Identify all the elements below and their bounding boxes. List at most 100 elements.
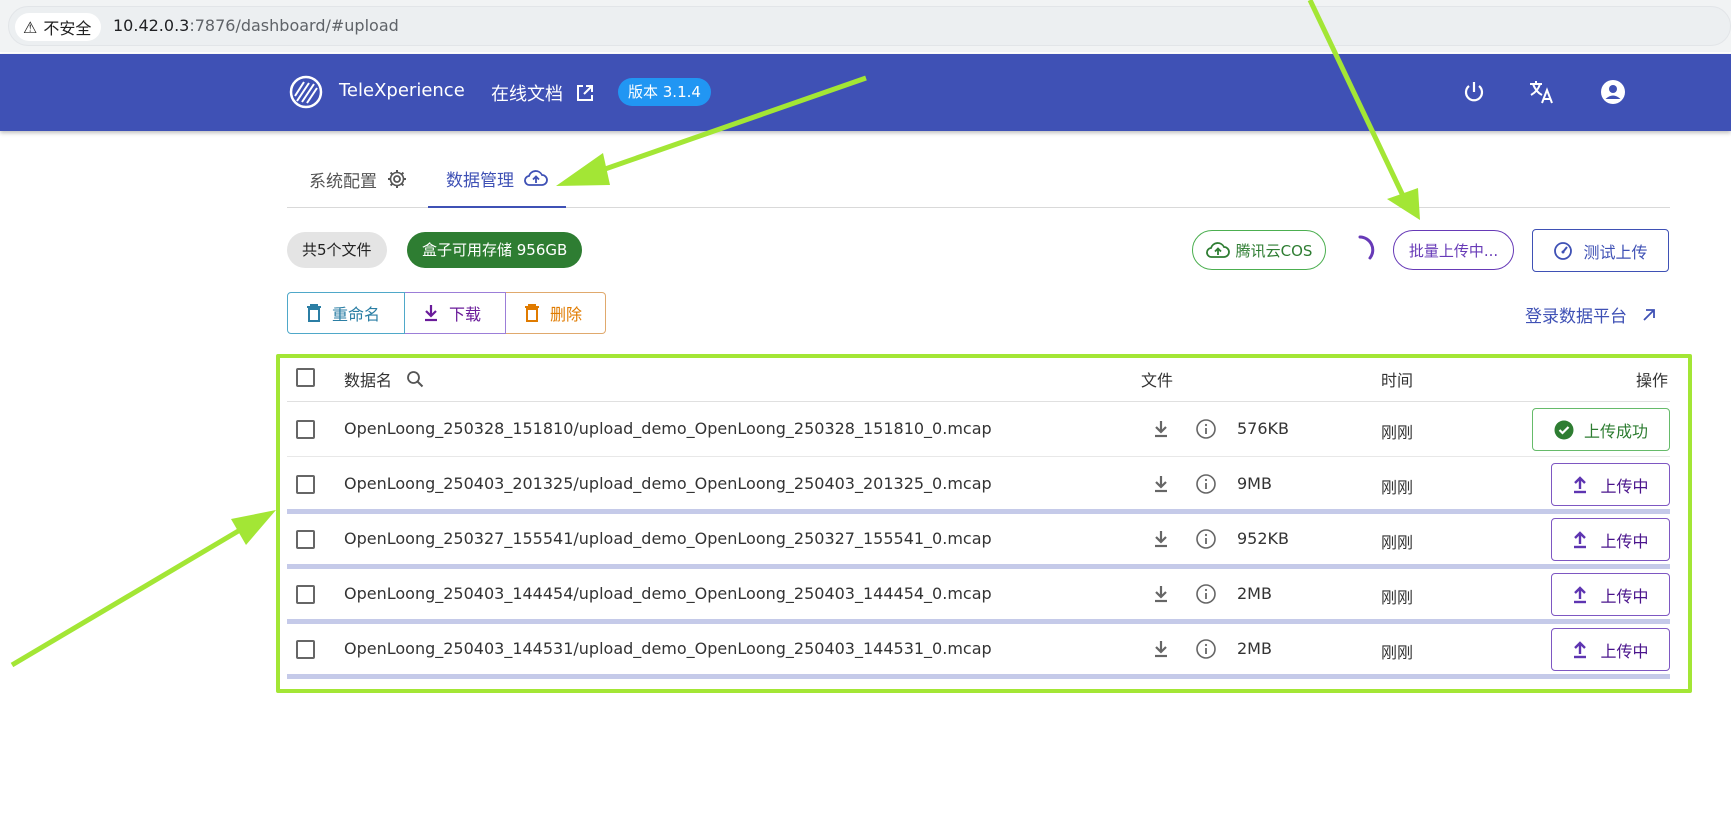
action-label: 上传中 bbox=[1600, 531, 1649, 551]
file-name: OpenLoong_250328_151810/upload_demo_Open… bbox=[344, 419, 992, 438]
download-icon[interactable] bbox=[1151, 529, 1171, 549]
file-name: OpenLoong_250403_201325/upload_demo_Open… bbox=[344, 474, 992, 493]
version-badge: 版本 3.1.4 bbox=[618, 78, 711, 106]
tab-data-management[interactable]: 数据管理 bbox=[428, 150, 566, 208]
name-column-header: 数据名 bbox=[344, 367, 424, 391]
check-circle-icon bbox=[1554, 420, 1574, 439]
uploading-button[interactable]: 上传中 bbox=[1551, 518, 1670, 561]
delete-button[interactable]: 删除 bbox=[506, 292, 606, 334]
tab-system-config[interactable]: 系统配置 bbox=[305, 150, 411, 208]
table-row: OpenLoong_250403_144454/upload_demo_Open… bbox=[287, 567, 1670, 624]
upload-icon bbox=[1574, 585, 1587, 603]
action-label: 上传成功 bbox=[1583, 421, 1648, 441]
login-label: 登录数据平台 bbox=[1525, 307, 1627, 327]
file-name: OpenLoong_250327_155541/upload_demo_Open… bbox=[344, 529, 992, 548]
file-column-header: 文件 bbox=[1141, 371, 1174, 390]
uploading-button[interactable]: 上传中 bbox=[1551, 573, 1670, 616]
row-checkbox[interactable] bbox=[296, 640, 315, 659]
translate-icon[interactable] bbox=[1525, 76, 1557, 108]
info-icon[interactable] bbox=[1195, 418, 1217, 440]
file-table: 数据名 文件 时间 操作 OpenLoong_250328_151810/upl… bbox=[287, 354, 1670, 679]
info-icon[interactable] bbox=[1195, 528, 1217, 550]
upload-time: 刚刚 bbox=[1381, 533, 1414, 552]
upload-time: 刚刚 bbox=[1381, 478, 1414, 497]
speedometer-icon bbox=[1554, 241, 1573, 260]
file-name: OpenLoong_250403_144454/upload_demo_Open… bbox=[344, 584, 992, 603]
external-link-icon bbox=[577, 85, 593, 101]
table-header: 数据名 文件 时间 操作 bbox=[287, 354, 1670, 402]
upload-icon bbox=[1574, 640, 1587, 658]
trash-icon bbox=[307, 304, 321, 322]
tencent-cos-button[interactable]: 腾讯云COS bbox=[1192, 230, 1326, 270]
row-checkbox[interactable] bbox=[296, 530, 315, 549]
upload-time: 刚刚 bbox=[1381, 588, 1414, 607]
download-label: 下载 bbox=[449, 305, 482, 324]
info-icon[interactable] bbox=[1195, 473, 1217, 495]
arrow-top-right-icon bbox=[1643, 308, 1655, 321]
action-label: 上传中 bbox=[1600, 476, 1649, 496]
upload-progress-bar bbox=[287, 674, 1670, 679]
test-upload-label: 测试上传 bbox=[1583, 242, 1648, 262]
gear-icon bbox=[388, 170, 406, 188]
download-icon[interactable] bbox=[1151, 639, 1171, 659]
download-icon[interactable] bbox=[1151, 584, 1171, 604]
docs-link[interactable]: 在线文档 bbox=[491, 80, 595, 106]
trash-icon bbox=[525, 304, 539, 322]
cloud-upload-icon bbox=[1205, 242, 1230, 258]
browser-address-bar: ⚠ 不安全 10.42.0.3:7876/dashboard/#upload bbox=[0, 0, 1731, 52]
file-size: 2MB bbox=[1237, 639, 1272, 658]
name-header-label: 数据名 bbox=[344, 371, 393, 390]
app-header: TeleXperience 在线文档 版本 3.1.4 bbox=[0, 54, 1731, 131]
account-icon[interactable] bbox=[1597, 76, 1629, 108]
annotation-arrow bbox=[10, 510, 276, 668]
rename-label: 重命名 bbox=[332, 305, 381, 324]
url-text[interactable]: 10.42.0.3:7876/dashboard/#upload bbox=[113, 16, 399, 35]
download-icon bbox=[425, 305, 437, 322]
file-size: 576KB bbox=[1237, 419, 1290, 438]
download-icon[interactable] bbox=[1151, 419, 1171, 439]
uploading-button[interactable]: 上传中 bbox=[1551, 463, 1670, 506]
upload-icon bbox=[1574, 530, 1587, 548]
upload-icon bbox=[1574, 475, 1587, 493]
cloud-upload-icon bbox=[524, 170, 548, 186]
action-label: 上传中 bbox=[1600, 641, 1649, 661]
tab-label: 数据管理 bbox=[446, 170, 514, 191]
table-row: OpenLoong_250403_201325/upload_demo_Open… bbox=[287, 457, 1670, 514]
download-icon[interactable] bbox=[1151, 474, 1171, 494]
loading-spinner-icon bbox=[1358, 235, 1375, 260]
login-data-platform-link[interactable]: 登录数据平台 bbox=[1525, 302, 1657, 327]
table-row: OpenLoong_250403_144531/upload_demo_Open… bbox=[287, 622, 1670, 679]
uploading-button[interactable]: 上传中 bbox=[1551, 628, 1670, 671]
download-button[interactable]: 下载 bbox=[405, 292, 506, 334]
table-row: OpenLoong_250328_151810/upload_demo_Open… bbox=[287, 402, 1670, 457]
row-checkbox[interactable] bbox=[296, 585, 315, 604]
upload-time: 刚刚 bbox=[1381, 423, 1414, 442]
row-checkbox[interactable] bbox=[296, 475, 315, 494]
file-name: OpenLoong_250403_144531/upload_demo_Open… bbox=[344, 639, 992, 658]
info-icon[interactable] bbox=[1195, 638, 1217, 660]
search-icon[interactable] bbox=[406, 370, 424, 388]
security-chip[interactable]: ⚠ 不安全 bbox=[15, 13, 102, 41]
row-checkbox[interactable] bbox=[296, 420, 315, 439]
delete-label: 删除 bbox=[550, 305, 583, 324]
storage-chip: 盒子可用存储 956GB bbox=[407, 232, 583, 268]
file-size: 9MB bbox=[1237, 474, 1272, 493]
brand-name: TeleXperience bbox=[339, 80, 465, 101]
batch-upload-button[interactable]: 批量上传中... bbox=[1393, 230, 1514, 270]
logo-icon bbox=[289, 75, 323, 109]
security-label: 不安全 bbox=[43, 19, 92, 38]
rename-button[interactable]: 重命名 bbox=[287, 292, 405, 334]
power-icon[interactable] bbox=[1458, 76, 1490, 108]
tab-label: 系统配置 bbox=[309, 171, 377, 192]
file-size: 952KB bbox=[1237, 529, 1290, 548]
bulk-action-group: 重命名 下载 删除 bbox=[287, 292, 606, 334]
upload-time: 刚刚 bbox=[1381, 643, 1414, 662]
select-all-checkbox[interactable] bbox=[296, 368, 315, 387]
file-count-chip: 共5个文件 bbox=[287, 232, 387, 268]
url-bar[interactable]: ⚠ 不安全 10.42.0.3:7876/dashboard/#upload bbox=[8, 6, 1731, 46]
test-upload-button[interactable]: 测试上传 bbox=[1532, 229, 1669, 272]
info-icon[interactable] bbox=[1195, 583, 1217, 605]
tab-bar: 系统配置 数据管理 bbox=[287, 150, 1670, 208]
docs-label: 在线文档 bbox=[491, 84, 563, 105]
upload-success-button[interactable]: 上传成功 bbox=[1532, 408, 1670, 451]
